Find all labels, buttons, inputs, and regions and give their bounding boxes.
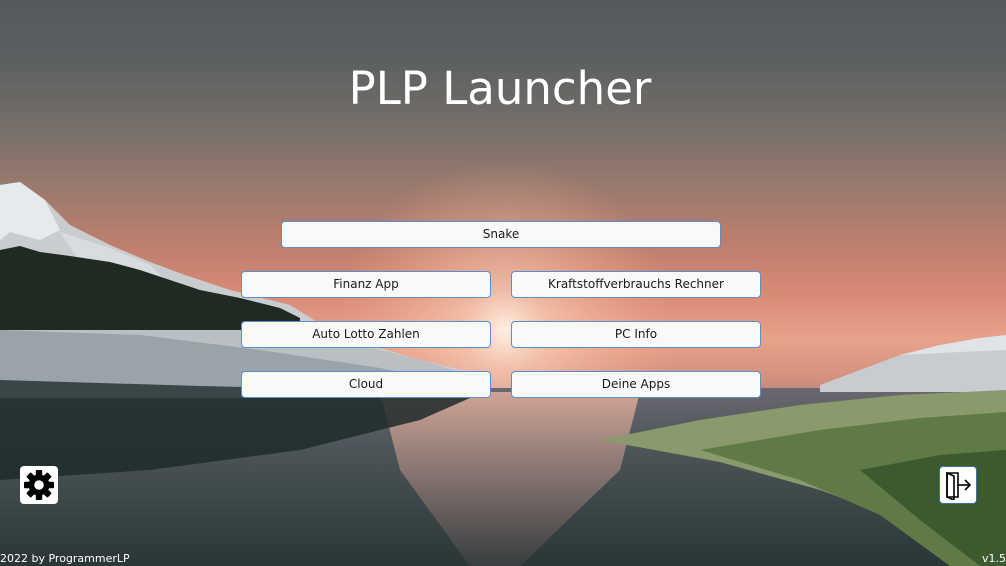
exit-button[interactable] xyxy=(939,466,977,504)
pc-info-button[interactable]: PC Info xyxy=(511,321,761,348)
app-title: PLP Launcher xyxy=(348,62,652,115)
version-label: v1.5 xyxy=(981,552,1006,565)
launcher-window: PLP Launcher Snake Finanz App Kraftstoff… xyxy=(0,0,1006,566)
gear-icon xyxy=(24,470,54,500)
snake-button[interactable]: Snake xyxy=(281,221,721,248)
settings-button[interactable] xyxy=(20,466,58,504)
kraftstoffverbrauchs-rechner-button[interactable]: Kraftstoffverbrauchs Rechner xyxy=(511,271,761,298)
cloud-button[interactable]: Cloud xyxy=(241,371,491,398)
finanz-app-button[interactable]: Finanz App xyxy=(241,271,491,298)
exit-door-icon xyxy=(946,471,972,500)
deine-apps-button[interactable]: Deine Apps xyxy=(511,371,761,398)
copyright-text: 2022 by ProgrammerLP xyxy=(0,552,130,565)
auto-lotto-zahlen-button[interactable]: Auto Lotto Zahlen xyxy=(241,321,491,348)
